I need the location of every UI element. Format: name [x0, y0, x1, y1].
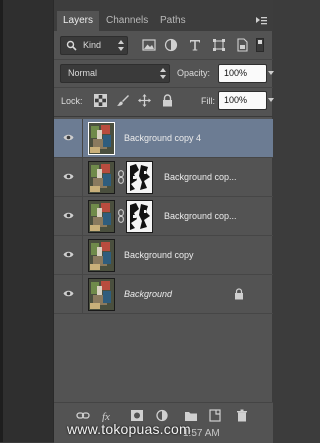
watermark-text: www.tokopuas.com [67, 421, 191, 437]
eye-icon [63, 134, 74, 141]
layer-name[interactable]: Background copy 4 [124, 133, 201, 143]
eye-icon [63, 212, 74, 219]
lock-image-pixels-brush-icon[interactable] [116, 94, 129, 107]
shape-filter-icon[interactable] [212, 38, 226, 52]
filter-kind-spinner-icon [118, 40, 124, 51]
opacity-value: 100% [224, 68, 248, 78]
taskbar-clock: 1:57 AM [183, 428, 220, 439]
tab-layers[interactable]: Layers [57, 11, 100, 31]
layer-name[interactable]: Background cop... [164, 211, 237, 221]
layer-row[interactable]: Background copy [54, 236, 273, 275]
layer-name[interactable]: Background copy [124, 250, 194, 260]
image-filter-icon[interactable] [142, 38, 156, 52]
divider [54, 59, 273, 60]
layer-mask-thumbnail[interactable] [126, 200, 153, 233]
panel-menu-icon[interactable] [254, 14, 268, 28]
layers-panel: Layers Channels Paths Kind Normal Opacit… [53, 0, 274, 443]
layer-row[interactable]: Background [54, 275, 273, 314]
fill-label: Fill: [201, 96, 215, 106]
layer-name[interactable]: Background cop... [164, 172, 237, 182]
layer-lock-icon [234, 288, 244, 300]
layer-filter-kind-select[interactable]: Kind [60, 36, 128, 55]
layer-row[interactable]: Background cop... [54, 158, 273, 197]
delete-layer-trash-icon[interactable] [235, 409, 249, 422]
blend-mode-value: Normal [68, 68, 98, 78]
fill-dropdown-arrow-icon[interactable] [268, 98, 274, 102]
layer-row[interactable]: Background cop... [54, 197, 273, 236]
eye-icon [63, 251, 74, 258]
tab-paths[interactable]: Paths [154, 11, 192, 31]
layer-list: Background copy 4 Background cop... Backgr… [54, 119, 273, 314]
divider [54, 87, 273, 88]
layer-thumbnail[interactable] [88, 239, 115, 272]
layer-thumbnail[interactable] [88, 200, 115, 233]
layer-visibility-toggle[interactable] [54, 236, 83, 275]
layer-thumbnail[interactable] [88, 161, 115, 194]
layer-visibility-toggle[interactable] [54, 197, 83, 236]
lock-position-move-icon[interactable] [138, 94, 151, 107]
search-icon [66, 40, 77, 51]
eye-icon [63, 173, 74, 180]
mask-link-chain-icon[interactable] [118, 170, 124, 184]
layer-visibility-toggle[interactable] [54, 158, 83, 197]
lock-label: Lock: [61, 96, 83, 106]
layer-visibility-toggle[interactable] [54, 275, 83, 314]
opacity-label: Opacity: [177, 68, 211, 78]
layer-thumbnail[interactable] [88, 122, 115, 155]
new-layer-icon[interactable] [208, 409, 222, 422]
opacity-dropdown-arrow-icon[interactable] [268, 71, 274, 75]
workspace-edge [0, 0, 3, 442]
smart-object-filter-icon[interactable] [235, 38, 249, 52]
tab-channels[interactable]: Channels [100, 11, 154, 31]
blend-mode-spinner-icon [160, 68, 166, 79]
opacity-input[interactable]: 100% [218, 64, 274, 83]
divider [54, 116, 273, 117]
layer-row[interactable]: Background copy 4 [54, 119, 273, 158]
eye-icon [63, 290, 74, 297]
mask-link-chain-icon[interactable] [118, 209, 124, 223]
lock-all-padlock-icon[interactable] [161, 94, 174, 107]
fill-input[interactable]: 100% [218, 91, 274, 110]
adjustment-filter-icon[interactable] [164, 38, 178, 52]
layer-visibility-toggle[interactable] [54, 119, 83, 158]
layer-mask-thumbnail[interactable] [126, 161, 153, 194]
lock-transparent-pixels-icon[interactable] [94, 94, 107, 107]
layer-name[interactable]: Background [124, 289, 172, 299]
blend-mode-select[interactable]: Normal [60, 64, 170, 83]
layer-thumbnail[interactable] [88, 278, 115, 311]
filter-kind-label: Kind [83, 40, 102, 50]
panel-tab-bar: Layers Channels Paths [54, 0, 273, 31]
document-workspace [0, 0, 53, 442]
fill-value: 100% [224, 95, 248, 105]
type-filter-icon[interactable] [188, 38, 202, 52]
filter-toggle-switch[interactable] [256, 38, 264, 52]
